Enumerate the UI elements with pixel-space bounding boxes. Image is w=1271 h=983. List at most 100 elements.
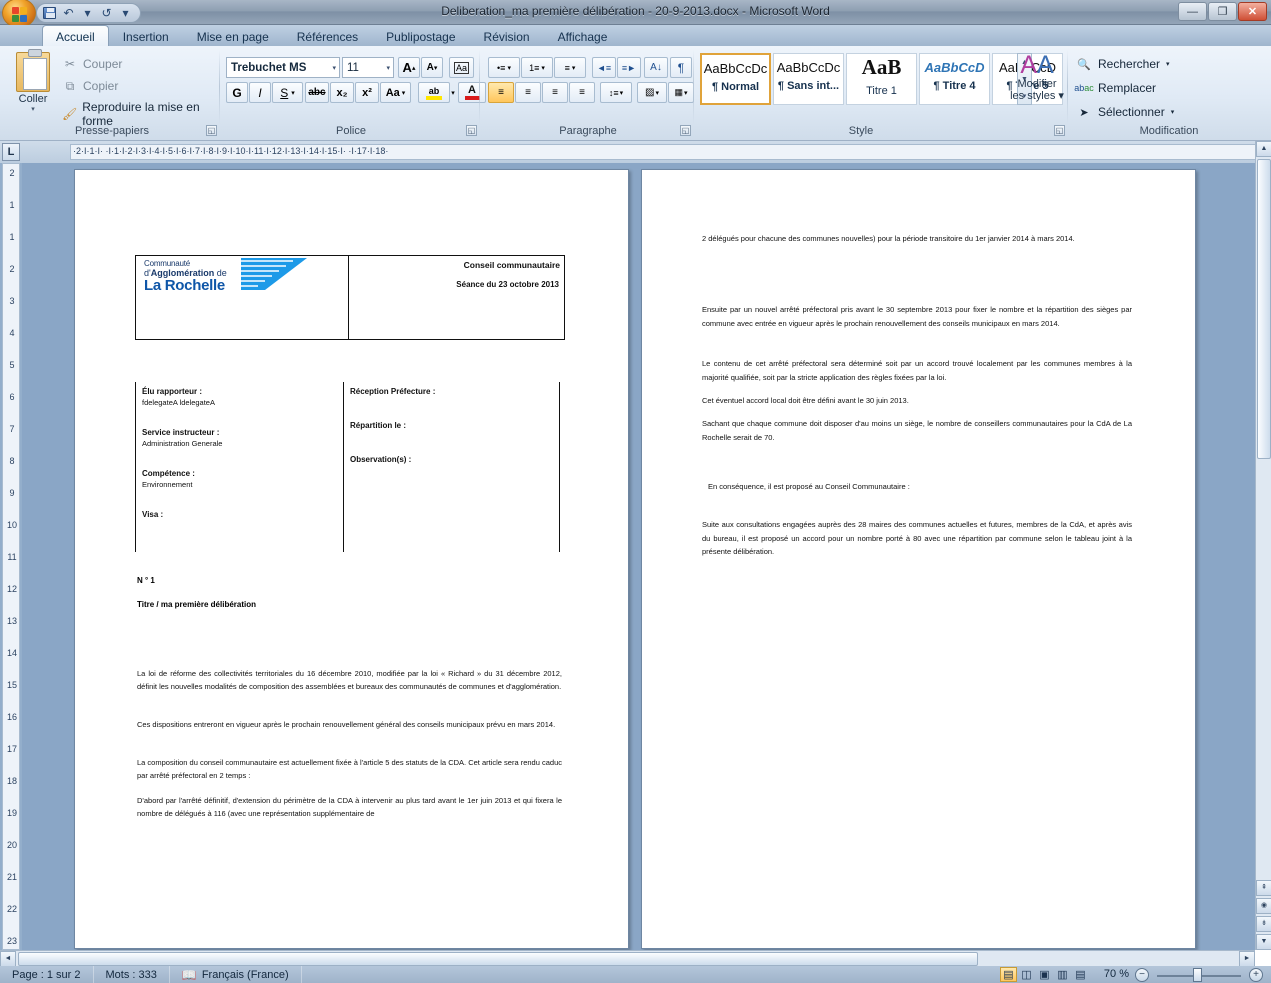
close-button[interactable]: ✕ xyxy=(1238,2,1267,21)
font-size-dropdown-icon[interactable]: ▾ xyxy=(386,64,390,72)
paragraph-dialog-launcher[interactable]: ◱ xyxy=(680,125,691,136)
align-center-button[interactable]: ≡ xyxy=(515,82,541,103)
zoom-in-button[interactable]: + xyxy=(1249,968,1263,982)
scroll-left-button[interactable]: ◄ xyxy=(0,951,16,967)
page-indicator[interactable]: Page : 1 sur 2 xyxy=(0,966,94,983)
style-titre-1[interactable]: AaB Titre 1 xyxy=(846,53,917,105)
tab-insertion[interactable]: Insertion xyxy=(109,25,183,46)
italic-button[interactable]: I xyxy=(249,82,271,103)
bullets-dropdown-icon[interactable]: ▾ xyxy=(507,64,511,72)
superscript-button[interactable]: x² xyxy=(355,82,379,103)
word-count[interactable]: Mots : 333 xyxy=(94,966,170,983)
change-styles-button[interactable]: AA Modifier les styles ▾ xyxy=(1006,52,1068,102)
replace-button[interactable]: ab ac Remplacer xyxy=(1074,80,1156,96)
find-button[interactable]: 🔍 Rechercher ▾ xyxy=(1076,56,1170,72)
paste-dropdown-icon[interactable]: ▾ xyxy=(10,105,56,113)
document-page-2[interactable]: 2 délégués pour chacune des communes nou… xyxy=(641,169,1196,949)
horizontal-scroll-thumb[interactable] xyxy=(18,952,978,966)
vertical-scroll-thumb[interactable] xyxy=(1257,159,1271,459)
tab-revision[interactable]: Révision xyxy=(470,25,544,46)
select-dropdown-icon[interactable]: ▾ xyxy=(1171,108,1175,116)
style-sans-interligne[interactable]: AaBbCcDc ¶ Sans int... xyxy=(773,53,844,105)
underline-button[interactable]: S ▾ xyxy=(272,82,303,103)
horizontal-ruler[interactable]: ·2·I·1·I· ·I·1·I·2·I·3·I·4·I·5·I·6·I·7·I… xyxy=(70,144,1260,160)
select-browse-object-button[interactable]: ◉ xyxy=(1256,898,1271,914)
justify-button[interactable]: ≡ xyxy=(569,82,595,103)
style-normal[interactable]: AaBbCcDc ¶ Normal xyxy=(700,53,771,105)
minimize-button[interactable]: — xyxy=(1178,2,1207,21)
multilevel-list-button[interactable]: ≡ ▾ xyxy=(554,57,586,78)
full-screen-reading-view-button[interactable]: ◫ xyxy=(1018,967,1035,982)
strikethrough-button[interactable]: abc xyxy=(305,82,329,103)
print-layout-view-button[interactable]: ▤ xyxy=(1000,967,1017,982)
previous-page-button[interactable]: ⇞ xyxy=(1256,880,1271,896)
restore-button[interactable]: ❐ xyxy=(1208,2,1237,21)
document-workspace[interactable]: Communauté d'Agglomération de La Rochell… xyxy=(22,163,1255,950)
draft-view-button[interactable]: ▤ xyxy=(1072,967,1089,982)
borders-button[interactable]: ▦ ▾ xyxy=(668,82,694,103)
font-name-dropdown-icon[interactable]: ▾ xyxy=(332,64,336,72)
tab-selector-button[interactable]: L xyxy=(2,143,20,161)
shrink-font-button[interactable]: A ▾ xyxy=(421,57,443,78)
change-case-dropdown-icon[interactable]: ▾ xyxy=(402,89,406,97)
vertical-scrollbar[interactable]: ▲ ⇞ ◉ ⇟ ▼ xyxy=(1255,141,1271,950)
clear-formatting-button[interactable]: Aa xyxy=(449,57,474,78)
bold-button[interactable]: G xyxy=(226,82,248,103)
font-size-input[interactable]: 11 ▾ xyxy=(342,57,394,78)
select-button[interactable]: ➤ Sélectionner ▾ xyxy=(1076,104,1174,120)
sort-button[interactable]: A↓ xyxy=(644,57,668,78)
subscript-button[interactable]: x₂ xyxy=(330,82,354,103)
zoom-level-label[interactable]: 70 % xyxy=(1104,968,1129,980)
document-page-1[interactable]: Communauté d'Agglomération de La Rochell… xyxy=(74,169,629,949)
tab-affichage[interactable]: Affichage xyxy=(544,25,622,46)
change-case-button[interactable]: Aa ▾ xyxy=(380,82,411,103)
vertical-ruler[interactable]: 2112345678910111213141516171819202122232… xyxy=(2,163,20,950)
align-right-button[interactable]: ≡ xyxy=(542,82,568,103)
zoom-slider-thumb[interactable] xyxy=(1193,968,1202,982)
align-left-button[interactable]: ≡ xyxy=(488,82,514,103)
line-spacing-button[interactable]: ↕≡ ▾ xyxy=(600,82,632,103)
scroll-down-button[interactable]: ▼ xyxy=(1256,934,1271,950)
paragraph-9: Sachant que chaque commune doit disposer… xyxy=(702,419,1132,442)
bullets-button[interactable]: •≡ ▾ xyxy=(488,57,520,78)
scroll-up-button[interactable]: ▲ xyxy=(1256,141,1271,157)
zoom-slider[interactable]: − + xyxy=(1135,968,1263,982)
style-name: ¶ Titre 4 xyxy=(933,80,976,92)
horizontal-scrollbar[interactable]: ◄ ► xyxy=(0,950,1255,967)
next-page-button[interactable]: ⇟ xyxy=(1256,916,1271,932)
clipboard-dialog-launcher[interactable]: ◱ xyxy=(206,125,217,136)
numbering-dropdown-icon[interactable]: ▾ xyxy=(541,64,545,72)
line-spacing-dropdown-icon[interactable]: ▾ xyxy=(620,89,624,97)
font-name-input[interactable]: Trebuchet MS ▾ xyxy=(226,57,340,78)
web-layout-view-button[interactable]: ▣ xyxy=(1036,967,1053,982)
highlight-dropdown-icon[interactable]: ▾ xyxy=(448,86,458,100)
scroll-right-button[interactable]: ► xyxy=(1239,951,1255,967)
language-indicator[interactable]: 📖 Français (France) xyxy=(170,966,302,983)
underline-dropdown-icon[interactable]: ▾ xyxy=(291,89,295,97)
text-highlight-button[interactable]: ab xyxy=(418,82,450,103)
grow-font-button[interactable]: A ▴ xyxy=(398,57,420,78)
find-dropdown-icon[interactable]: ▾ xyxy=(1166,60,1170,68)
cut-button[interactable]: ✂ Couper xyxy=(62,56,122,72)
tab-references[interactable]: Références xyxy=(283,25,372,46)
styles-dialog-launcher[interactable]: ◱ xyxy=(1054,125,1065,136)
tab-accueil[interactable]: Accueil xyxy=(42,25,109,46)
tab-publipostage[interactable]: Publipostage xyxy=(372,25,469,46)
increase-indent-button[interactable]: ≡► xyxy=(617,57,641,78)
borders-dropdown-icon[interactable]: ▾ xyxy=(684,89,688,97)
shading-dropdown-icon[interactable]: ▾ xyxy=(655,89,659,97)
numbering-button[interactable]: 1≡ ▾ xyxy=(521,57,553,78)
font-dialog-launcher[interactable]: ◱ xyxy=(466,125,477,136)
format-painter-button[interactable]: 🖌 Reproduire la mise en forme xyxy=(62,100,220,128)
tab-mise-en-page[interactable]: Mise en page xyxy=(183,25,283,46)
copy-button[interactable]: ⧉ Copier xyxy=(62,78,119,94)
style-titre-4[interactable]: AaBbCcD ¶ Titre 4 xyxy=(919,53,990,105)
zoom-out-button[interactable]: − xyxy=(1135,968,1149,982)
shading-button[interactable]: ▨ ▾ xyxy=(637,82,667,103)
decrease-indent-button[interactable]: ◄≡ xyxy=(592,57,616,78)
show-formatting-marks-button[interactable]: ¶ xyxy=(670,57,692,78)
outline-view-button[interactable]: ▥ xyxy=(1054,967,1071,982)
paste-button[interactable]: Coller ▾ xyxy=(10,49,56,113)
multilevel-dropdown-icon[interactable]: ▾ xyxy=(572,64,576,72)
find-label: Rechercher xyxy=(1098,57,1161,71)
